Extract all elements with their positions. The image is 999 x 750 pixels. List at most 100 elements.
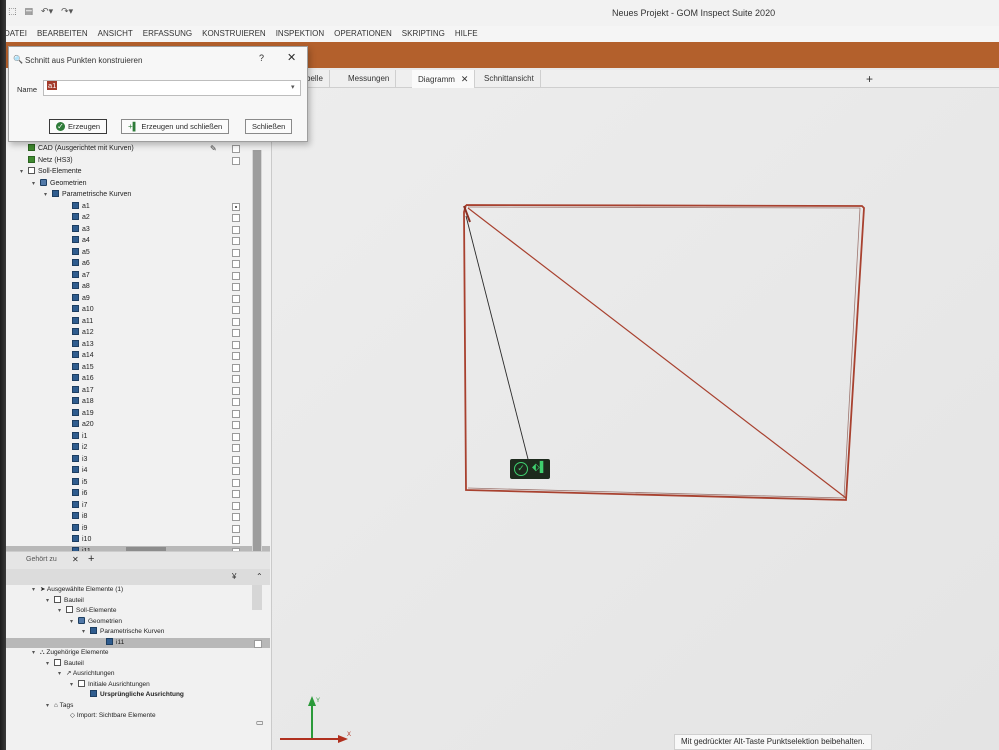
curve-item[interactable]: a14 xyxy=(6,350,270,362)
visibility-checkbox[interactable] xyxy=(232,271,240,280)
curve-item[interactable]: i7 xyxy=(6,500,270,512)
visibility-checkbox[interactable] xyxy=(232,478,240,487)
curve-item[interactable]: a17 xyxy=(6,385,270,397)
visibility-checkbox[interactable] xyxy=(232,490,240,498)
help-icon[interactable]: ? xyxy=(259,53,264,63)
tree-item-cad[interactable]: CAD (Ausgerichtet mit Kurven) ✎ xyxy=(6,143,270,155)
create-and-close-button[interactable]: +▌ Erzeugen und schließen xyxy=(121,119,230,134)
name-field[interactable]: a1 xyxy=(43,80,301,96)
visibility-checkbox[interactable] xyxy=(232,202,240,211)
panel-options-icon[interactable]: ▭ xyxy=(256,718,264,727)
curve-item[interactable]: a7 xyxy=(6,270,270,282)
curve-item[interactable]: a16 xyxy=(6,373,270,385)
visibility-checkbox[interactable] xyxy=(232,317,240,326)
close-icon[interactable]: ✕ xyxy=(461,74,469,84)
visibility-checkbox[interactable] xyxy=(232,329,240,337)
curve-item[interactable]: a1 xyxy=(6,201,270,213)
curve-item[interactable]: a9 xyxy=(6,293,270,305)
tab-gehoert-zu[interactable]: Gehört zu xyxy=(26,556,57,563)
menu-datei[interactable]: DATEI xyxy=(4,26,27,42)
curve-item[interactable]: a11 xyxy=(6,316,270,328)
tree-item-soll-elemente[interactable]: ▾ Soll-Elemente xyxy=(6,166,270,178)
create-button[interactable]: ✓ Erzeugen xyxy=(49,119,108,134)
undo-icon[interactable]: ↶▾ xyxy=(41,6,53,17)
visibility-checkbox[interactable] xyxy=(232,386,240,395)
rel-item[interactable]: ▾ ⌂ Tags xyxy=(6,701,270,712)
curve-item[interactable]: a19 xyxy=(6,408,270,420)
scrollbar-thumb[interactable] xyxy=(253,150,261,560)
rel-item[interactable]: ▾ Soll-Elemente xyxy=(6,606,270,617)
visibility-checkbox[interactable] xyxy=(232,294,240,303)
curve-item[interactable]: a8 xyxy=(6,281,270,293)
visibility-checkbox[interactable] xyxy=(232,513,240,521)
curve-item[interactable]: a2 xyxy=(6,212,270,224)
tree-scrollbar[interactable] xyxy=(252,150,262,610)
menu-skripting[interactable]: SKRIPTING xyxy=(402,26,445,42)
curve-item[interactable]: a4 xyxy=(6,235,270,247)
close-button[interactable]: Schließen xyxy=(245,119,293,134)
curve-item[interactable]: a12 xyxy=(6,327,270,339)
chevron-down-icon[interactable]: ▾ xyxy=(291,83,295,91)
rel-item[interactable]: ▾ Parametrische Kurven xyxy=(6,627,270,638)
visibility-checkbox[interactable] xyxy=(232,306,240,314)
visibility-checkbox[interactable] xyxy=(232,340,240,349)
tab-schnittansicht[interactable]: Schnittansicht xyxy=(478,70,541,88)
tree-item-parametrische-kurven[interactable]: ▾ Parametrische Kurven xyxy=(6,189,270,201)
save-icon[interactable]: ▤ xyxy=(25,6,34,17)
tab-diagramm[interactable]: Diagramm ✕ xyxy=(412,70,476,88)
rel-item[interactable]: ▾ ➤ Ausgewählte Elemente (1) xyxy=(6,585,270,596)
rel-item[interactable]: ▾ Geometrien xyxy=(6,616,270,628)
close-icon[interactable]: ✕ xyxy=(72,555,79,564)
rel-item[interactable]: Ursprüngliche Ausrichtung xyxy=(6,690,270,701)
visibility-checkbox[interactable] xyxy=(232,536,240,544)
visibility-checkbox[interactable] xyxy=(232,214,240,222)
curve-item[interactable]: i6 xyxy=(6,488,270,500)
curve-item[interactable]: a13 xyxy=(6,339,270,351)
visibility-checkbox[interactable] xyxy=(232,524,240,533)
visibility-checkbox[interactable] xyxy=(232,444,240,452)
curve-item[interactable]: i5 xyxy=(6,477,270,489)
curve-outline[interactable] xyxy=(463,204,865,501)
visibility-checkbox[interactable] xyxy=(232,225,240,234)
curve-item[interactable]: a6 xyxy=(6,258,270,270)
visibility-checkbox[interactable] xyxy=(232,432,240,441)
menu-inspektion[interactable]: INSPEKTION xyxy=(276,26,324,42)
rel-item[interactable]: ▾ ↗ Ausrichtungen xyxy=(6,669,270,680)
expand-up-icon[interactable]: ⌃ xyxy=(256,572,263,581)
visibility-checkbox[interactable] xyxy=(232,156,240,165)
visibility-checkbox[interactable] xyxy=(232,421,240,429)
3d-viewport[interactable]: Y X Mit gedrückter Alt-Taste Punktselekt… xyxy=(272,88,999,750)
rel-item[interactable]: ▾ ⛬ Zugehörige Elemente xyxy=(6,648,270,659)
curve-item[interactable]: a3 xyxy=(6,224,270,236)
tab-messungen[interactable]: Messungen xyxy=(342,70,397,88)
add-tab-icon[interactable]: + xyxy=(866,72,873,86)
menu-ansicht[interactable]: ANSICHT xyxy=(98,26,133,42)
redo-icon[interactable]: ↷▾ xyxy=(61,6,73,17)
visibility-checkbox[interactable] xyxy=(232,145,240,153)
menu-operationen[interactable]: OPERATIONEN xyxy=(334,26,392,42)
visibility-checkbox[interactable] xyxy=(232,409,240,418)
curve-item[interactable]: a10 xyxy=(6,304,270,316)
curve-item[interactable]: i8 xyxy=(6,511,270,523)
rel-item[interactable]: ▾ Bauteil xyxy=(6,658,270,670)
tree-item-geometrien[interactable]: ▾ Geometrien xyxy=(6,178,270,190)
collapse-icon[interactable]: ¥ xyxy=(232,572,236,581)
menu-konstruieren[interactable]: KONSTRUIEREN xyxy=(202,26,266,42)
visibility-checkbox[interactable] xyxy=(232,455,240,464)
visibility-checkbox[interactable] xyxy=(232,467,240,475)
menu-erfassung[interactable]: ERFASSUNG xyxy=(143,26,192,42)
tree-item-netz[interactable]: Netz (HS3) xyxy=(6,155,270,167)
edit-pencil-icon[interactable]: ✎ xyxy=(210,143,217,155)
visibility-checkbox[interactable] xyxy=(232,260,240,268)
menu-bearbeiten[interactable]: BEARBEITEN xyxy=(37,26,88,42)
curve-item[interactable]: i1 xyxy=(6,431,270,443)
curve-item[interactable]: i4 xyxy=(6,465,270,477)
curve-item[interactable]: a5 xyxy=(6,247,270,259)
diagonal-curve[interactable] xyxy=(467,207,847,499)
curve-item[interactable]: i3 xyxy=(6,454,270,466)
curve-item[interactable]: i9 xyxy=(6,523,270,535)
visibility-checkbox[interactable] xyxy=(232,352,240,360)
curve-item[interactable]: a20 xyxy=(6,419,270,431)
curve-item[interactable]: a18 xyxy=(6,396,270,408)
curve-item[interactable]: a15 xyxy=(6,362,270,374)
